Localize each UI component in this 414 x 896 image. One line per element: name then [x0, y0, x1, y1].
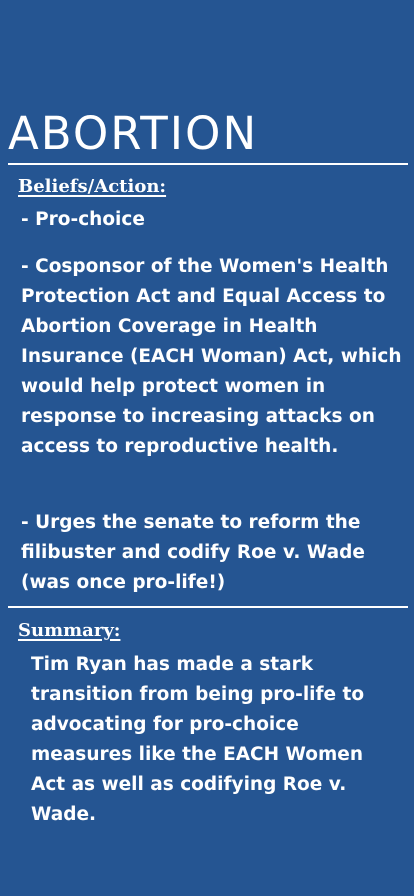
belief-item-pro-choice: - Pro-choice [21, 209, 145, 230]
beliefs-heading: Beliefs/Action: [18, 176, 167, 197]
section-divider [8, 606, 408, 608]
belief-item-cosponsor: - Cosponsor of the Women's Health Protec… [21, 256, 402, 457]
page-title: ABORTION [8, 107, 259, 160]
title-divider [8, 163, 408, 165]
belief-item-filibuster: - Urges the senate to reform the filibus… [21, 512, 365, 593]
summary-heading: Summary: [18, 620, 121, 641]
summary-text: Tim Ryan has made a stark transition fro… [31, 654, 365, 825]
